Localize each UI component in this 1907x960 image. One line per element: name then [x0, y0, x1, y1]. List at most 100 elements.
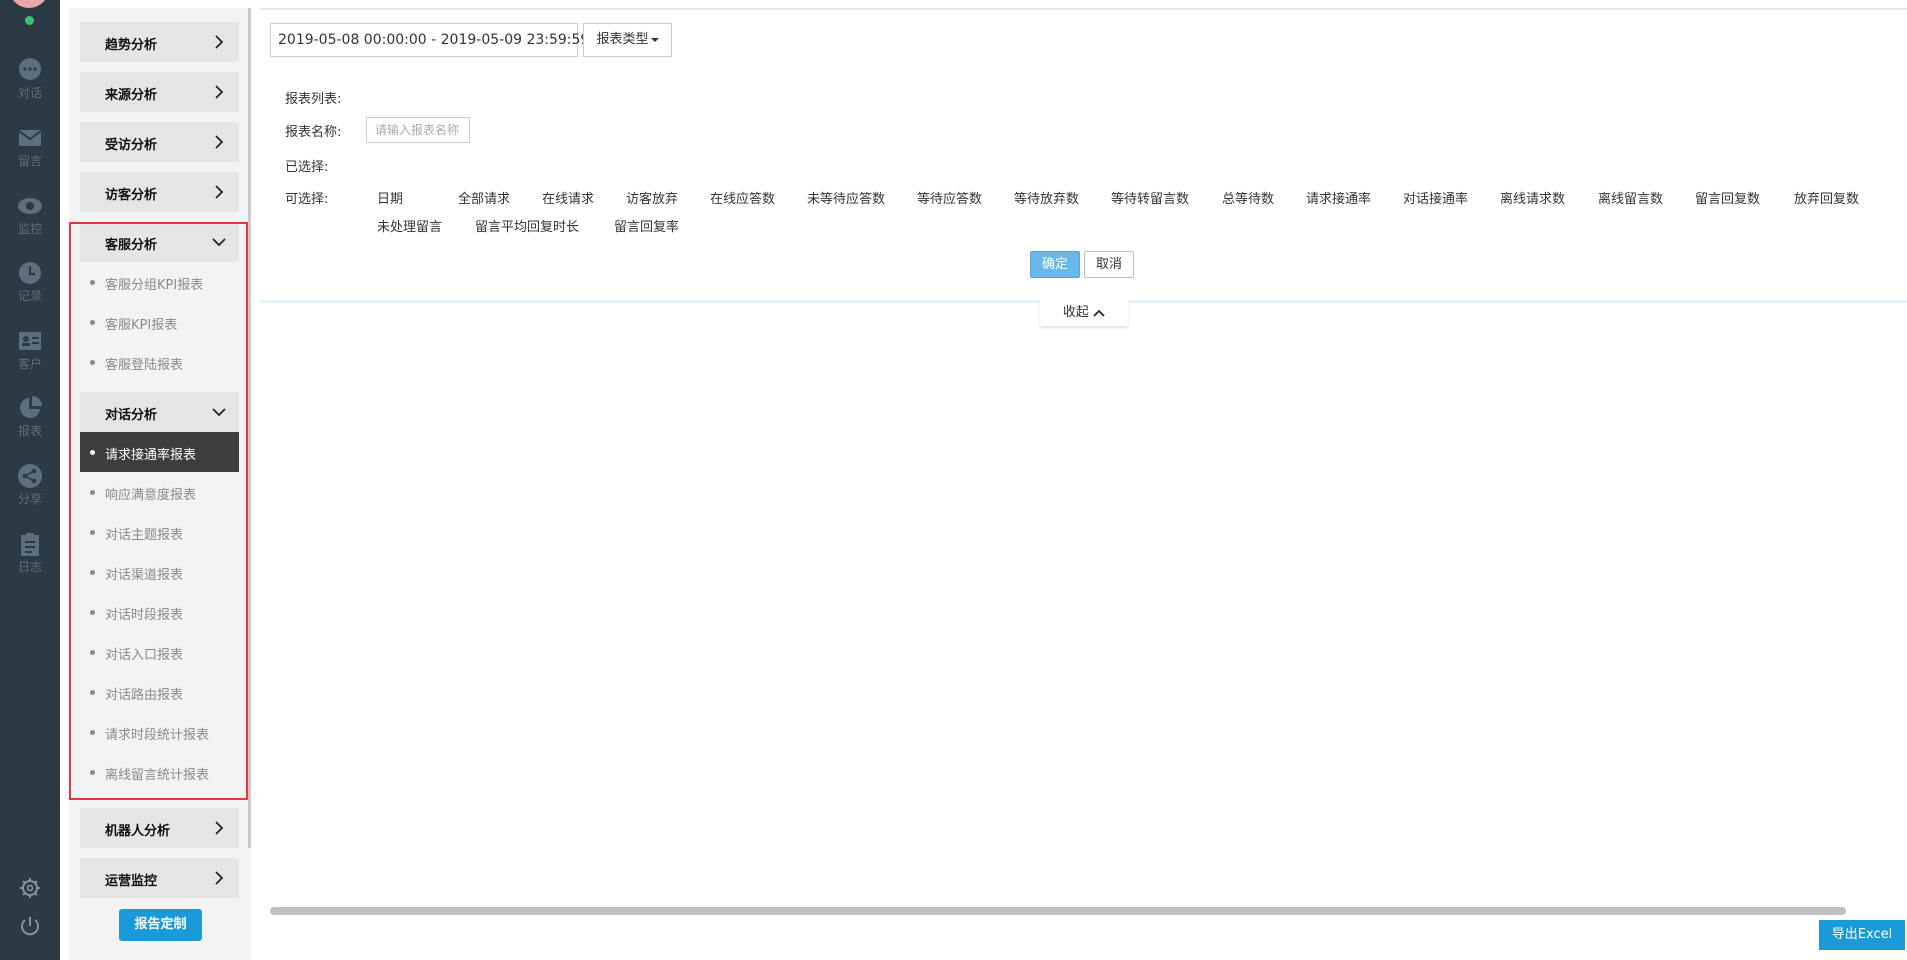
menu-group-agent[interactable]: 客服分析 — [80, 222, 239, 262]
report-name-input[interactable] — [366, 117, 470, 143]
menu-item-satisfaction[interactable]: 响应满意度报表 — [80, 472, 239, 512]
rail-item-label: 对话 — [17, 86, 42, 100]
rail-item-share[interactable]: 分享 — [0, 463, 60, 506]
option-item[interactable]: 请求接通率 — [1306, 188, 1371, 207]
bullet — [90, 690, 95, 695]
chat-bubble-icon — [19, 58, 41, 80]
settings-button[interactable] — [0, 877, 60, 903]
rail-item-reports[interactable]: 报表 — [0, 395, 60, 438]
menu-item-dialog-route[interactable]: 对话路由报表 — [80, 672, 239, 712]
menu-item-label: 响应满意度报表 — [105, 488, 197, 503]
menu-item-agent-kpi[interactable]: 客服KPI报表 — [80, 302, 239, 342]
horizontal-scrollbar[interactable] — [270, 907, 1846, 915]
option-item[interactable]: 日期 — [377, 188, 403, 207]
menu-item-label: 对话入口报表 — [105, 648, 184, 663]
online-status-icon — [24, 15, 35, 26]
option-item[interactable]: 在线请求 — [542, 188, 594, 207]
caret-down-icon — [650, 37, 659, 42]
report-menu: 趋势分析 来源分析 受访分析 访客分析 客服分析 客服分组KPI报表 客服KPI… — [69, 8, 251, 960]
menu-item-request-connect-rate[interactable]: 请求接通率报表 — [80, 432, 239, 472]
chevron-right-icon — [215, 185, 224, 199]
option-item[interactable]: 未处理留言 — [377, 216, 442, 235]
menu-item-request-period-stats[interactable]: 请求时段统计报表 — [80, 712, 239, 752]
option-item[interactable]: 对话接通率 — [1403, 188, 1468, 207]
menu-group-label: 来源分析 — [105, 88, 158, 103]
avatar[interactable] — [9, 0, 49, 8]
option-item[interactable]: 等待应答数 — [917, 188, 982, 207]
menu-group-trend[interactable]: 趋势分析 — [80, 22, 239, 62]
bullet — [90, 360, 95, 365]
menu-group-source[interactable]: 来源分析 — [80, 72, 239, 112]
option-item[interactable]: 留言回复率 — [614, 216, 679, 235]
rail-item-label: 分享 — [17, 492, 42, 506]
export-excel-button[interactable]: 导出Excel — [1819, 920, 1905, 950]
option-item[interactable]: 全部请求 — [458, 188, 510, 207]
bullet — [90, 610, 95, 615]
bullet — [90, 320, 95, 325]
clipboard-icon — [21, 533, 39, 556]
confirm-button[interactable]: 确定 — [1030, 251, 1080, 278]
option-item[interactable]: 离线留言数 — [1598, 188, 1663, 207]
menu-item-label: 离线留言统计报表 — [105, 768, 210, 783]
bullet — [90, 730, 95, 735]
eye-icon — [18, 198, 42, 214]
menu-group-robot[interactable]: 机器人分析 — [80, 808, 239, 848]
bullet — [90, 770, 95, 775]
chevron-down-icon — [212, 238, 226, 247]
bullet — [90, 570, 95, 575]
date-range-picker[interactable]: 2019-05-08 00:00:00 - 2019-05-09 23:59:5… — [270, 23, 589, 57]
menu-group-operations[interactable]: 运营监控 — [80, 858, 239, 898]
rail-item-monitor[interactable]: 监控 — [0, 193, 60, 236]
option-item[interactable]: 留言回复数 — [1695, 188, 1760, 207]
menu-item-dialog-channel[interactable]: 对话渠道报表 — [80, 552, 239, 592]
option-item[interactable]: 等待转留言数 — [1111, 188, 1189, 207]
contact-card-icon — [19, 332, 41, 350]
selected-label: 已选择: — [285, 160, 329, 175]
option-item[interactable]: 放弃回复数 — [1794, 188, 1859, 207]
main-content: 2019-05-08 00:00:00 - 2019-05-09 23:59:5… — [260, 8, 1907, 960]
option-item[interactable]: 离线请求数 — [1500, 188, 1565, 207]
rail-item-logs[interactable]: 日志 — [0, 531, 60, 574]
menu-scrollbar[interactable] — [248, 8, 251, 848]
cancel-button[interactable]: 取消 — [1084, 251, 1134, 278]
menu-item-agent-login[interactable]: 客服登陆报表 — [80, 342, 239, 382]
rail-item-customers[interactable]: 客户 — [0, 328, 60, 371]
menu-group-dialog[interactable]: 对话分析 — [80, 392, 239, 432]
rail-item-records[interactable]: 记录 — [0, 260, 60, 303]
menu-item-dialog-entry[interactable]: 对话入口报表 — [80, 632, 239, 672]
menu-item-dialog-period[interactable]: 对话时段报表 — [80, 592, 239, 632]
bullet — [90, 530, 95, 535]
menu-item-label: 对话时段报表 — [105, 608, 184, 623]
menu-group-visitor[interactable]: 访客分析 — [80, 172, 239, 212]
collapse-label: 收起 — [1062, 305, 1089, 320]
rail-item-label: 留言 — [17, 154, 42, 168]
rail-item-label: 报表 — [17, 424, 42, 438]
report-type-label: 报表类型 — [596, 32, 649, 47]
menu-item-label: 对话主题报表 — [105, 528, 184, 543]
option-item[interactable]: 未等待应答数 — [807, 188, 885, 207]
bullet — [90, 450, 95, 455]
logout-button[interactable] — [0, 915, 60, 941]
rail-item-message[interactable]: 留言 — [0, 125, 60, 168]
share-icon — [18, 464, 42, 488]
menu-item-agent-group-kpi[interactable]: 客服分组KPI报表 — [80, 262, 239, 302]
bullet — [90, 280, 95, 285]
menu-group-visited[interactable]: 受访分析 — [80, 122, 239, 162]
option-item[interactable]: 留言平均回复时长 — [475, 216, 579, 235]
menu-item-offline-message-stats[interactable]: 离线留言统计报表 — [80, 752, 239, 792]
chevron-right-icon — [215, 35, 224, 49]
menu-group-label: 趋势分析 — [105, 38, 158, 53]
custom-report-button[interactable]: 报告定制 — [119, 909, 202, 941]
collapse-toggle[interactable]: 收起 — [1040, 300, 1128, 326]
menu-item-dialog-topic[interactable]: 对话主题报表 — [80, 512, 239, 552]
menu-item-label: 请求接通率报表 — [105, 448, 197, 463]
option-item[interactable]: 总等待数 — [1222, 188, 1274, 207]
mail-icon — [18, 130, 42, 146]
chevron-right-icon — [215, 135, 224, 149]
option-item[interactable]: 在线应答数 — [710, 188, 775, 207]
rail-item-chat[interactable]: 对话 — [0, 57, 60, 100]
option-item[interactable]: 等待放弃数 — [1014, 188, 1079, 207]
report-type-dropdown[interactable]: 报表类型 — [583, 23, 672, 57]
option-item[interactable]: 访客放弃 — [626, 188, 678, 207]
menu-group-label: 访客分析 — [105, 188, 158, 203]
